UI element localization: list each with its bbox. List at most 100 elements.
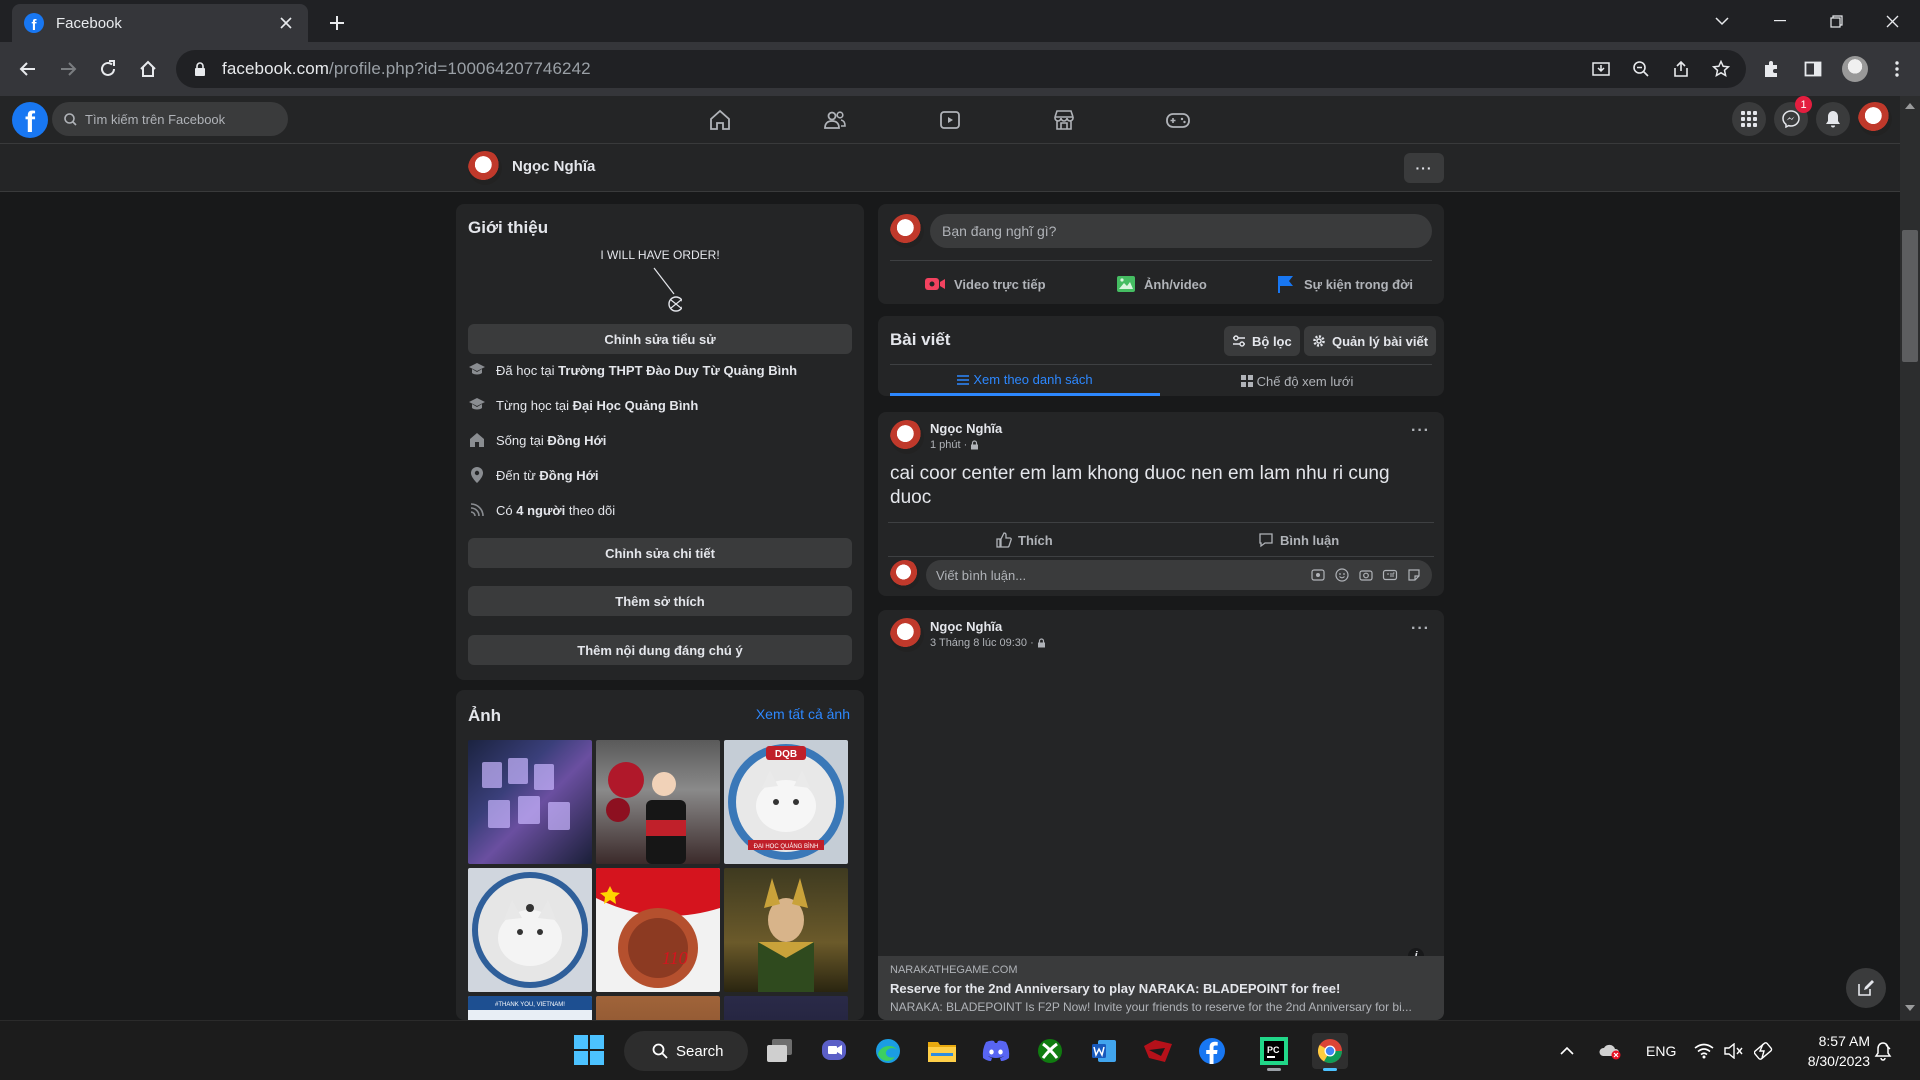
url-text[interactable]: facebook.com/profile.php?id=100064207746… xyxy=(222,59,591,79)
profile-avatar[interactable] xyxy=(468,151,502,185)
language-indicator[interactable]: ENG xyxy=(1646,1035,1676,1067)
taskbar-search[interactable]: Search xyxy=(624,1031,748,1071)
file-explorer-icon[interactable] xyxy=(924,1033,960,1069)
naraka-game-icon[interactable] xyxy=(1140,1033,1176,1069)
photo-video-button[interactable]: Ảnh/video xyxy=(1116,268,1207,300)
nav-home-icon[interactable] xyxy=(690,96,750,144)
xbox-icon[interactable] xyxy=(1032,1033,1068,1069)
discord-icon[interactable] xyxy=(978,1033,1014,1069)
facebook-app-icon[interactable] xyxy=(1194,1033,1230,1069)
photo-thumbnail[interactable] xyxy=(468,740,592,864)
camera-icon[interactable] xyxy=(1358,567,1374,583)
emoji-icon[interactable] xyxy=(1334,567,1350,583)
share-icon[interactable] xyxy=(1668,56,1694,82)
comment-input[interactable] xyxy=(926,567,1310,583)
taskbar-clock[interactable]: 8:57 AM 8/30/2023 xyxy=(1790,1031,1870,1071)
notification-center-icon[interactable] xyxy=(1874,1035,1892,1067)
account-avatar[interactable] xyxy=(1858,102,1892,136)
new-tab-icon[interactable] xyxy=(324,10,350,36)
restore-icon[interactable] xyxy=(1808,0,1864,42)
facebook-logo-icon[interactable]: f xyxy=(12,102,48,138)
back-icon[interactable] xyxy=(14,55,42,83)
like-button[interactable]: Thích xyxy=(996,524,1053,556)
post-author-name[interactable]: Ngọc Nghĩa xyxy=(930,619,1002,634)
onedrive-error-icon[interactable] xyxy=(1598,1035,1622,1067)
scroll-up-icon[interactable] xyxy=(1904,100,1916,112)
minimize-icon[interactable] xyxy=(1752,0,1808,42)
facebook-search[interactable] xyxy=(52,102,288,136)
messenger-icon[interactable]: 1 xyxy=(1774,96,1812,136)
post-author-name[interactable]: Ngọc Nghĩa xyxy=(930,421,1002,436)
search-input[interactable] xyxy=(85,111,275,127)
bookmark-star-icon[interactable] xyxy=(1708,56,1734,82)
photo-thumbnail[interactable]: 110 xyxy=(596,868,720,992)
gif-icon[interactable] xyxy=(1382,567,1398,583)
post-author-avatar[interactable] xyxy=(890,420,924,454)
nav-gaming-icon[interactable] xyxy=(1148,96,1208,144)
photo-thumbnail[interactable]: #THANK YOU, VIETNAM! xyxy=(468,996,592,1020)
wifi-icon[interactable] xyxy=(1694,1035,1714,1067)
battery-charging-icon[interactable] xyxy=(1754,1035,1774,1067)
forward-icon[interactable] xyxy=(54,55,82,83)
word-icon[interactable] xyxy=(1086,1033,1122,1069)
composer-avatar[interactable] xyxy=(890,214,924,248)
edit-details-button[interactable]: Chỉnh sửa chi tiết xyxy=(468,538,852,568)
zoom-icon[interactable] xyxy=(1628,56,1654,82)
photo-thumbnail[interactable] xyxy=(596,740,720,864)
commenter-avatar[interactable] xyxy=(890,560,920,590)
edge-browser-icon[interactable] xyxy=(870,1033,906,1069)
photo-thumbnail[interactable]: DQB ĐẠI HỌC QUẢNG BÌNH xyxy=(724,740,848,864)
photo-thumbnail[interactable] xyxy=(724,996,848,1020)
nav-watch-icon[interactable] xyxy=(920,96,980,144)
photo-thumbnail[interactable] xyxy=(596,996,720,1020)
post-author-avatar[interactable] xyxy=(890,618,924,652)
nav-marketplace-icon[interactable] xyxy=(1034,96,1094,144)
life-event-button[interactable]: Sự kiện trong đời xyxy=(1276,268,1413,300)
tab-search-icon[interactable] xyxy=(1692,0,1752,42)
manage-posts-button[interactable]: Quản lý bài viết xyxy=(1304,326,1437,356)
composer-input[interactable] xyxy=(930,214,1432,248)
post-options-button[interactable]: ··· xyxy=(1411,422,1430,440)
teams-chat-icon[interactable] xyxy=(816,1033,852,1069)
see-all-photos-link[interactable]: Xem tất cả ảnh xyxy=(756,706,850,722)
nav-friends-icon[interactable] xyxy=(805,96,865,144)
add-hobbies-button[interactable]: Thêm sở thích xyxy=(468,586,852,616)
notifications-bell-icon[interactable] xyxy=(1816,102,1850,136)
photo-thumbnail[interactable] xyxy=(468,868,592,992)
windows-start-icon[interactable] xyxy=(574,1035,604,1065)
add-featured-button[interactable]: Thêm nội dung đáng chú ý xyxy=(468,635,852,665)
new-message-button[interactable] xyxy=(1846,968,1886,1008)
side-panel-icon[interactable] xyxy=(1798,54,1828,84)
chrome-menu-icon[interactable] xyxy=(1882,54,1912,84)
show-hidden-icons-icon[interactable] xyxy=(1560,1035,1574,1067)
reload-icon[interactable] xyxy=(94,55,122,83)
sticker-icon[interactable] xyxy=(1406,567,1422,583)
post-options-button[interactable]: ··· xyxy=(1411,620,1430,638)
profile-avatar[interactable] xyxy=(1840,54,1870,84)
profile-name[interactable]: Ngọc Nghĩa xyxy=(512,158,595,175)
avatar-sticker-icon[interactable] xyxy=(1310,567,1326,583)
post-timestamp[interactable]: 3 Tháng 8 lúc 09:30 · xyxy=(930,637,1046,649)
close-tab-icon[interactable] xyxy=(276,13,296,33)
browser-tab[interactable]: f Facebook xyxy=(12,4,308,42)
extensions-puzzle-icon[interactable] xyxy=(1756,54,1786,84)
address-bar[interactable]: facebook.com/profile.php?id=100064207746… xyxy=(176,50,1746,88)
scroll-down-icon[interactable] xyxy=(1904,1002,1916,1014)
post-timestamp[interactable]: 1 phút · xyxy=(930,439,979,451)
task-view-icon[interactable] xyxy=(762,1033,798,1069)
scrollbar-thumb[interactable] xyxy=(1902,230,1918,362)
photo-thumbnail[interactable] xyxy=(724,868,848,992)
live-video-button[interactable]: Video trực tiếp xyxy=(924,268,1046,300)
home-icon[interactable] xyxy=(134,55,162,83)
volume-muted-icon[interactable] xyxy=(1724,1035,1744,1067)
menu-grid-icon[interactable] xyxy=(1732,102,1766,136)
close-window-icon[interactable] xyxy=(1864,0,1920,42)
comment-button[interactable]: Bình luận xyxy=(1258,524,1339,556)
tab-grid-view[interactable]: Chế độ xem lưới xyxy=(1162,366,1432,396)
filter-button[interactable]: Bộ lọc xyxy=(1224,326,1300,356)
edit-bio-button[interactable]: Chỉnh sửa tiểu sử xyxy=(468,324,852,354)
tab-list-view[interactable]: Xem theo danh sách xyxy=(890,366,1160,396)
install-app-icon[interactable] xyxy=(1588,56,1614,82)
pycharm-icon[interactable]: PC xyxy=(1256,1033,1292,1071)
chrome-taskbar-icon[interactable] xyxy=(1312,1033,1348,1071)
